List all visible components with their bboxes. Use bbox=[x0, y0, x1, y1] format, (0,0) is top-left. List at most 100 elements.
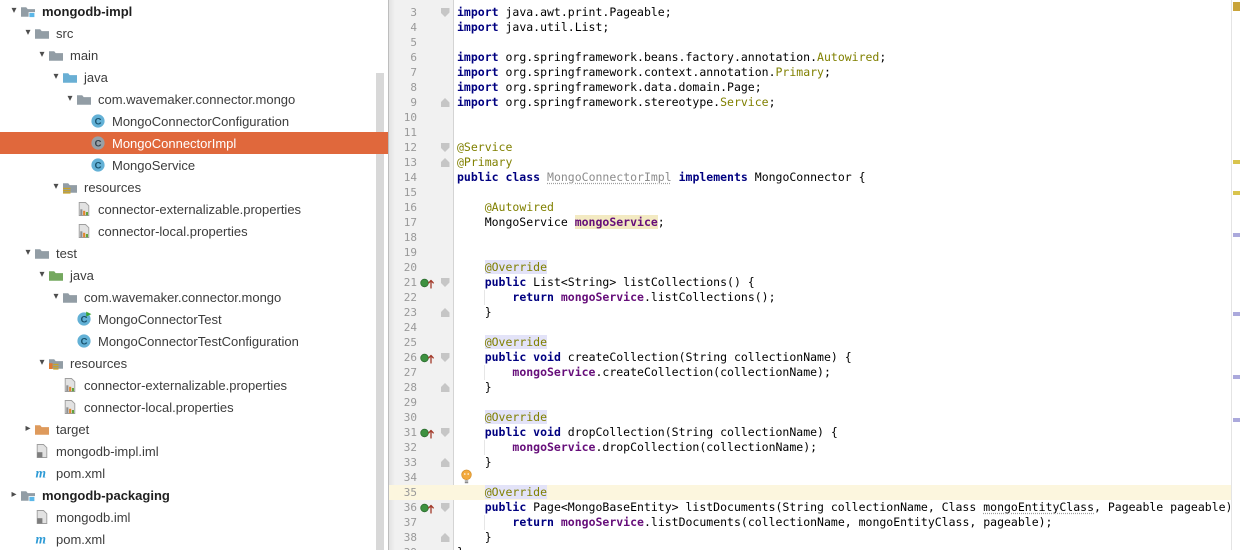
tree-item-connector-local-properties[interactable]: connector-local.properties bbox=[0, 396, 388, 418]
stripe-marker-purple[interactable] bbox=[1233, 375, 1240, 379]
code-line-5[interactable]: 5 bbox=[389, 35, 1241, 50]
code-text[interactable]: import java.util.List; bbox=[454, 20, 609, 35]
tree-item-mongoservice[interactable]: CMongoService bbox=[0, 154, 388, 176]
code-line-11[interactable]: 11 bbox=[389, 125, 1241, 140]
stripe-marker-purple[interactable] bbox=[1233, 312, 1240, 316]
fold-open-icon[interactable] bbox=[441, 428, 450, 437]
override-method-marker-icon[interactable] bbox=[419, 351, 438, 364]
code-line-38[interactable]: 38 } bbox=[389, 530, 1241, 545]
code-line-34[interactable]: 34 bbox=[389, 470, 1241, 485]
code-text[interactable]: return mongoService.listCollections(); bbox=[454, 290, 776, 305]
code-line-12[interactable]: 12@Service bbox=[389, 140, 1241, 155]
fold-close-icon[interactable] bbox=[441, 458, 450, 467]
fold-close-icon[interactable] bbox=[441, 158, 450, 167]
code-text[interactable] bbox=[454, 110, 457, 125]
code-line-32[interactable]: 32 mongoService.dropCollection(collectio… bbox=[389, 440, 1241, 455]
code-line-33[interactable]: 33 } bbox=[389, 455, 1241, 470]
code-line-28[interactable]: 28 } bbox=[389, 380, 1241, 395]
override-method-marker-icon[interactable] bbox=[419, 426, 438, 439]
tree-item-mongodb-impl[interactable]: ▾mongodb-impl bbox=[0, 0, 388, 22]
code-editor[interactable]: 3import java.awt.print.Pageable;4import … bbox=[388, 0, 1241, 550]
fold-open-icon[interactable] bbox=[441, 278, 450, 287]
code-text[interactable]: } bbox=[454, 305, 492, 320]
code-text[interactable]: import org.springframework.stereotype.Se… bbox=[454, 95, 776, 110]
chevron-down-icon[interactable]: ▾ bbox=[64, 94, 76, 104]
tree-item-mongoconnectortestconfiguration[interactable]: CMongoConnectorTestConfiguration bbox=[0, 330, 388, 352]
tree-item-resources[interactable]: ▾resources bbox=[0, 176, 388, 198]
tree-item-pom-xml[interactable]: mpom.xml bbox=[0, 528, 388, 550]
chevron-down-icon[interactable]: ▾ bbox=[22, 248, 34, 258]
code-text[interactable]: import java.awt.print.Pageable; bbox=[454, 5, 672, 20]
code-line-29[interactable]: 29 bbox=[389, 395, 1241, 410]
tree-item-mongoconnectorimpl[interactable]: CMongoConnectorImpl bbox=[0, 132, 388, 154]
fold-close-icon[interactable] bbox=[441, 383, 450, 392]
code-text[interactable] bbox=[454, 245, 457, 260]
code-line-19[interactable]: 19 bbox=[389, 245, 1241, 260]
error-stripe[interactable] bbox=[1231, 0, 1241, 550]
code-line-21[interactable]: 21 public List<String> listCollections()… bbox=[389, 275, 1241, 290]
tree-item-target[interactable]: ▸target bbox=[0, 418, 388, 440]
tree-item-com-wavemaker-connector-mongo[interactable]: ▾com.wavemaker.connector.mongo bbox=[0, 88, 388, 110]
override-method-marker-icon[interactable] bbox=[419, 276, 438, 289]
code-line-7[interactable]: 7import org.springframework.context.anno… bbox=[389, 65, 1241, 80]
fold-open-icon[interactable] bbox=[441, 8, 450, 17]
code-line-31[interactable]: 31 public void dropCollection(String col… bbox=[389, 425, 1241, 440]
code-text[interactable]: import org.springframework.data.domain.P… bbox=[454, 80, 762, 95]
tree-item-resources[interactable]: ▾resources bbox=[0, 352, 388, 374]
code-text[interactable]: public Page<MongoBaseEntity> listDocumen… bbox=[454, 500, 1232, 515]
chevron-down-icon[interactable]: ▾ bbox=[36, 50, 48, 60]
code-line-13[interactable]: 13@Primary bbox=[389, 155, 1241, 170]
tree-item-mongodb-iml[interactable]: mongodb.iml bbox=[0, 506, 388, 528]
code-text[interactable]: mongoService.dropCollection(collectionNa… bbox=[454, 440, 817, 455]
code-text[interactable] bbox=[454, 470, 457, 485]
chevron-down-icon[interactable]: ▾ bbox=[50, 72, 62, 82]
code-line-24[interactable]: 24 bbox=[389, 320, 1241, 335]
code-line-4[interactable]: 4import java.util.List; bbox=[389, 20, 1241, 35]
code-text[interactable] bbox=[454, 185, 457, 200]
tree-item-connector-externalizable-properties[interactable]: connector-externalizable.properties bbox=[0, 198, 388, 220]
chevron-right-icon[interactable]: ▸ bbox=[8, 490, 20, 500]
chevron-down-icon[interactable]: ▾ bbox=[50, 292, 62, 302]
code-text[interactable]: import org.springframework.context.annot… bbox=[454, 65, 831, 80]
code-line-22[interactable]: 22 return mongoService.listCollections()… bbox=[389, 290, 1241, 305]
code-text[interactable]: @Override bbox=[454, 335, 547, 350]
code-line-20[interactable]: 20 @Override bbox=[389, 260, 1241, 275]
tree-item-mongodb-impl-iml[interactable]: mongodb-impl.iml bbox=[0, 440, 388, 462]
tree-item-java[interactable]: ▾java bbox=[0, 66, 388, 88]
code-text[interactable]: } bbox=[454, 380, 492, 395]
code-text[interactable]: public void dropCollection(String collec… bbox=[454, 425, 838, 440]
chevron-down-icon[interactable]: ▾ bbox=[50, 182, 62, 192]
code-text[interactable]: public class MongoConnectorImpl implemen… bbox=[454, 170, 866, 185]
intention-bulb-icon[interactable] bbox=[460, 469, 473, 488]
tree-item-connector-local-properties[interactable]: connector-local.properties bbox=[0, 220, 388, 242]
code-line-23[interactable]: 23 } bbox=[389, 305, 1241, 320]
code-text[interactable] bbox=[454, 125, 457, 140]
code-line-27[interactable]: 27 mongoService.createCollection(collect… bbox=[389, 365, 1241, 380]
code-line-16[interactable]: 16 @Autowired bbox=[389, 200, 1241, 215]
code-line-9[interactable]: 9import org.springframework.stereotype.S… bbox=[389, 95, 1241, 110]
code-text[interactable]: @Override bbox=[454, 260, 547, 275]
stripe-marker-yellow[interactable] bbox=[1233, 191, 1240, 195]
code-text[interactable]: @Override bbox=[454, 410, 547, 425]
stripe-marker-purple[interactable] bbox=[1233, 233, 1240, 237]
code-text[interactable]: @Primary bbox=[454, 155, 512, 170]
code-text[interactable]: @Service bbox=[454, 140, 512, 155]
code-line-35[interactable]: 35 @Override bbox=[389, 485, 1241, 500]
code-text[interactable] bbox=[454, 320, 457, 335]
code-line-10[interactable]: 10 bbox=[389, 110, 1241, 125]
code-text[interactable]: } bbox=[454, 455, 492, 470]
fold-close-icon[interactable] bbox=[441, 98, 450, 107]
code-line-36[interactable]: 36 public Page<MongoBaseEntity> listDocu… bbox=[389, 500, 1241, 515]
code-line-14[interactable]: 14public class MongoConnectorImpl implem… bbox=[389, 170, 1241, 185]
chevron-right-icon[interactable]: ▸ bbox=[22, 424, 34, 434]
code-text[interactable] bbox=[454, 395, 457, 410]
code-line-3[interactable]: 3import java.awt.print.Pageable; bbox=[389, 5, 1241, 20]
chevron-down-icon[interactable]: ▾ bbox=[22, 28, 34, 38]
tree-item-connector-externalizable-properties[interactable]: connector-externalizable.properties bbox=[0, 374, 388, 396]
code-line-8[interactable]: 8import org.springframework.data.domain.… bbox=[389, 80, 1241, 95]
override-method-marker-icon[interactable] bbox=[419, 501, 438, 514]
tree-item-test[interactable]: ▾test bbox=[0, 242, 388, 264]
code-text[interactable]: return mongoService.listDocuments(collec… bbox=[454, 515, 1052, 530]
tree-item-src[interactable]: ▾src bbox=[0, 22, 388, 44]
code-text[interactable]: public List<String> listCollections() { bbox=[454, 275, 755, 290]
